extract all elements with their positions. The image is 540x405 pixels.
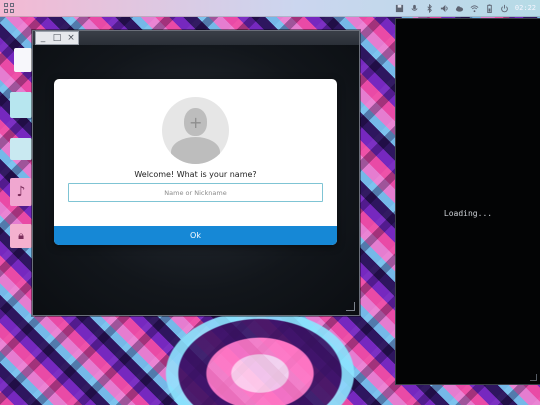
battery-icon[interactable]: [485, 3, 494, 13]
save-icon[interactable]: [395, 4, 404, 13]
lock-icon: 🔒︎: [18, 229, 24, 242]
terminal-window: Loading...: [395, 18, 540, 385]
music-note-icon: ♪: [16, 184, 26, 200]
window-titlebar[interactable]: _ □ ×: [33, 31, 359, 45]
apps-grid-icon[interactable]: [4, 3, 14, 13]
loading-text: Loading...: [443, 209, 493, 218]
ok-button[interactable]: Ok: [54, 226, 337, 245]
add-photo-icon: +: [189, 113, 203, 132]
maximize-button[interactable]: □: [52, 33, 62, 43]
system-tray: 02:22: [395, 1, 536, 15]
dock-item-files[interactable]: [10, 92, 32, 118]
resize-handle[interactable]: [346, 302, 355, 311]
welcome-dialog: + Welcome! What is your name? Ok: [54, 79, 337, 245]
volume-icon[interactable]: [440, 4, 449, 13]
top-panel: 02:22: [0, 0, 540, 17]
dock-item-trash[interactable]: [14, 48, 32, 72]
dock-item-music[interactable]: ♪: [10, 178, 32, 206]
dock-item-lock[interactable]: 🔒︎: [10, 224, 32, 248]
minimize-button[interactable]: _: [38, 33, 48, 43]
avatar-placeholder[interactable]: +: [162, 97, 229, 164]
terminal-resize-handle[interactable]: [530, 374, 537, 381]
window-controls: _ □ ×: [35, 31, 79, 45]
cloud-icon[interactable]: [455, 4, 464, 13]
microphone-icon[interactable]: [410, 4, 419, 13]
close-button[interactable]: ×: [66, 33, 76, 43]
dock-item-folder[interactable]: [10, 138, 32, 160]
name-input[interactable]: [68, 183, 323, 202]
avatar-body: [171, 137, 220, 164]
wifi-icon[interactable]: [470, 4, 479, 13]
bluetooth-icon[interactable]: [425, 3, 434, 13]
clock[interactable]: 02:22: [515, 4, 536, 12]
welcome-prompt: Welcome! What is your name?: [134, 170, 257, 179]
power-icon[interactable]: [500, 4, 509, 13]
